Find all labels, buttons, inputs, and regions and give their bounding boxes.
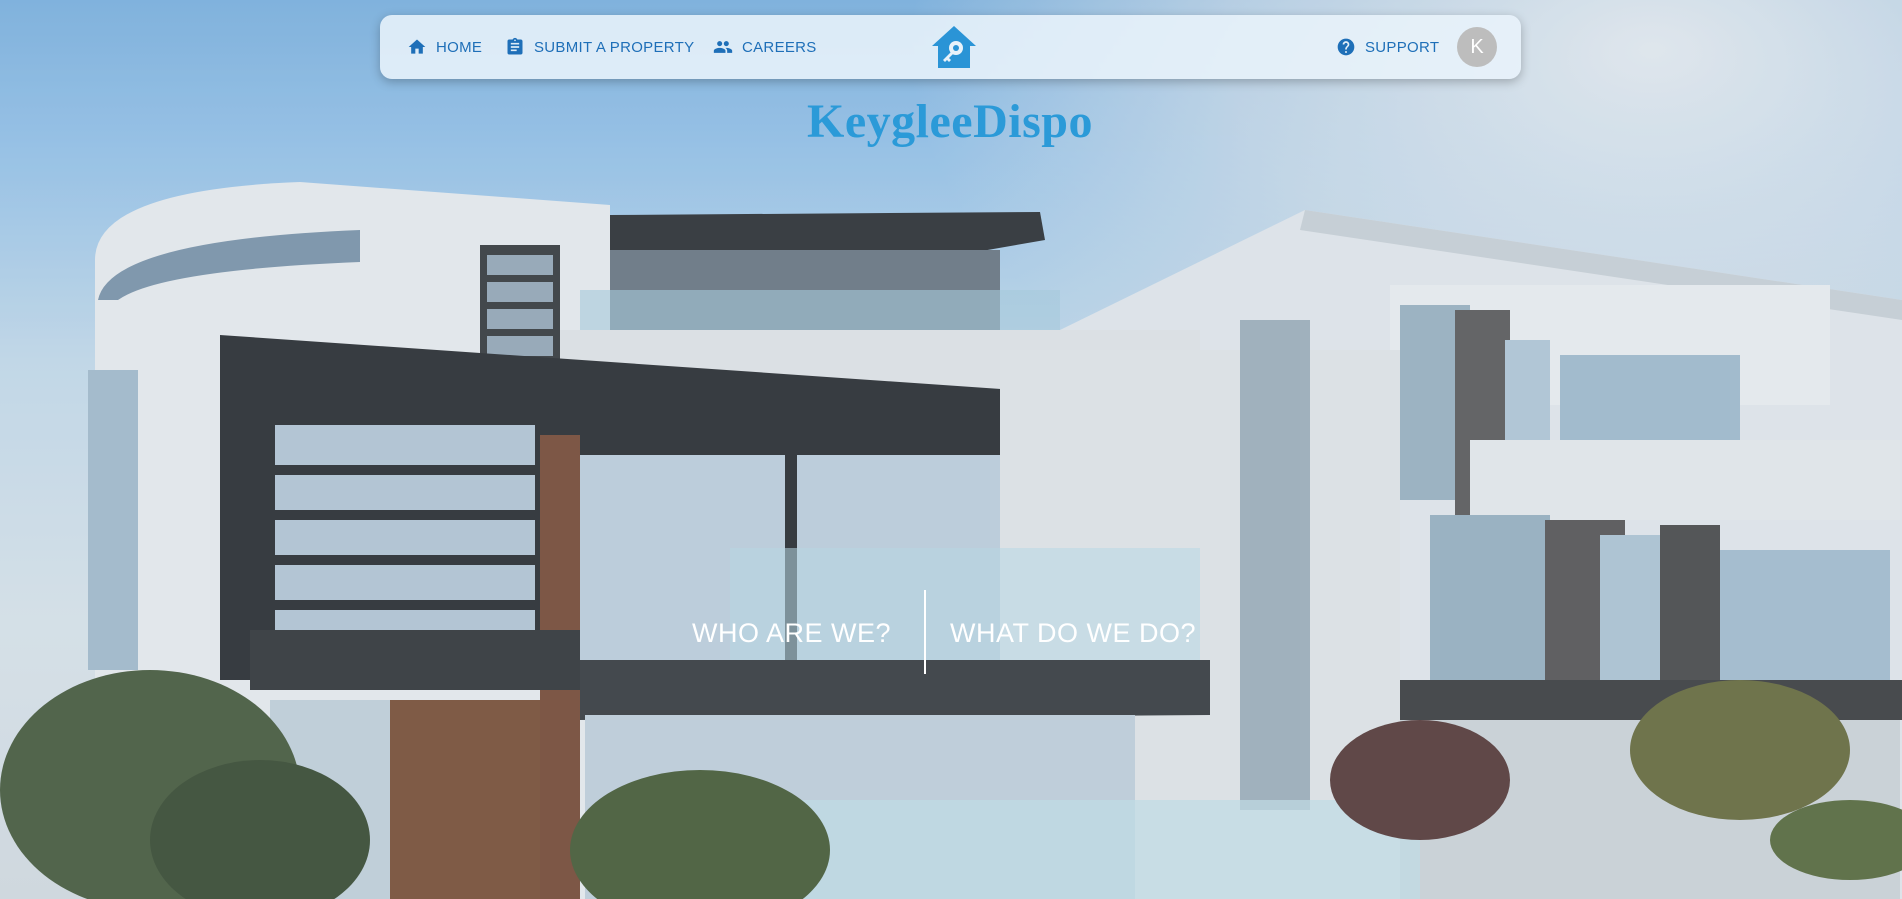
house-key-logo-icon[interactable]: [930, 24, 978, 70]
nav-submit-property-link[interactable]: SUBMIT A PROPERTY: [505, 37, 694, 57]
nav-home-label: HOME: [436, 38, 483, 56]
cta-divider: [924, 590, 926, 674]
user-avatar[interactable]: K: [1457, 27, 1497, 67]
nav-home-link[interactable]: HOME: [407, 37, 482, 57]
nav-support-label: SUPPORT: [1365, 38, 1440, 56]
help-circle-icon: [1337, 38, 1355, 56]
nav-support-link[interactable]: SUPPORT: [1336, 37, 1439, 57]
people-icon: [713, 41, 733, 53]
hero-background: HOME SUBMIT A PROPERTY CAREERS SUPPORT K…: [0, 0, 1902, 899]
brand-title: KeygleeDispo: [807, 95, 1093, 148]
who-are-we-link[interactable]: WHO ARE WE?: [692, 618, 891, 649]
top-navbar: HOME SUBMIT A PROPERTY CAREERS SUPPORT K: [380, 15, 1521, 79]
nav-careers-label: CAREERS: [742, 38, 817, 56]
hero-cta-row: WHO ARE WE? WHAT DO WE DO?: [0, 588, 1902, 674]
nav-careers-link[interactable]: CAREERS: [713, 37, 817, 57]
what-do-we-do-link[interactable]: WHAT DO WE DO?: [950, 618, 1196, 649]
nav-submit-property-label: SUBMIT A PROPERTY: [534, 38, 695, 56]
assignment-icon: [507, 37, 523, 55]
home-icon: [408, 39, 426, 54]
